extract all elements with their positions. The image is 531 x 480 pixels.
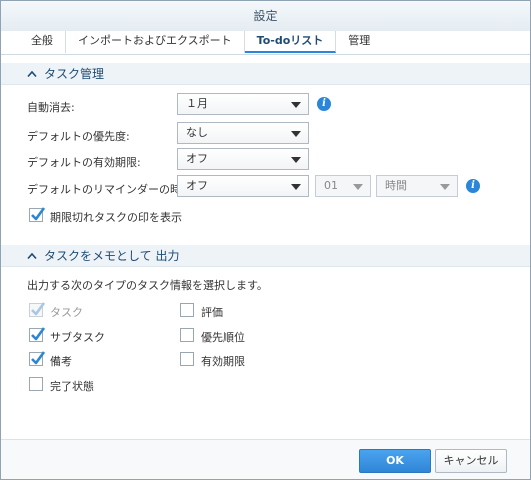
- settings-dialog: 設定 全般 インポートおよびエクスポート To-doリスト 管理 タスク管理 自…: [0, 0, 531, 480]
- default-priority-value: なし: [186, 126, 208, 139]
- tab-todo-list[interactable]: To-doリスト: [244, 31, 337, 53]
- default-reminder-select[interactable]: オフ: [177, 175, 309, 197]
- default-priority-select[interactable]: なし: [177, 122, 309, 144]
- export-task-label: タスク: [50, 306, 83, 319]
- chevron-up-icon: [27, 252, 37, 260]
- export-description: 出力する次のタイプのタスク情報を選択します。: [27, 279, 268, 292]
- default-reminder-value: オフ: [186, 179, 208, 192]
- default-due-select[interactable]: オフ: [177, 148, 309, 170]
- info-icon[interactable]: i: [466, 179, 480, 193]
- auto-delete-value: １月: [186, 97, 208, 110]
- reminder-unit-select[interactable]: 時間: [376, 175, 458, 197]
- export-priority-checkbox[interactable]: [180, 328, 194, 342]
- export-completed-label[interactable]: 完了状態: [50, 378, 94, 394]
- dropdown-arrow-icon: [291, 184, 301, 190]
- chevron-up-icon: [27, 70, 37, 78]
- default-due-value: オフ: [186, 152, 208, 165]
- export-subtask-checkbox[interactable]: [29, 327, 46, 342]
- dialog-title: 設定: [1, 1, 530, 31]
- export-task-checkbox[interactable]: [29, 302, 46, 317]
- export-subtask-label[interactable]: サブタスク: [50, 329, 105, 345]
- dropdown-arrow-icon: [353, 184, 363, 190]
- export-due-date-checkbox[interactable]: [180, 352, 194, 366]
- tab-management[interactable]: 管理: [336, 31, 382, 53]
- reminder-number-value: 01: [324, 179, 338, 192]
- ok-button[interactable]: OK: [359, 449, 431, 473]
- reminder-unit-value: 時間: [385, 179, 407, 192]
- tab-general[interactable]: 全般: [19, 31, 66, 53]
- checkmark-icon: [31, 327, 46, 341]
- tab-bar: 全般 インポートおよびエクスポート To-doリスト 管理: [1, 31, 530, 55]
- export-completed-checkbox[interactable]: [29, 377, 43, 391]
- section-task-management-title: タスク管理: [44, 67, 105, 81]
- export-due-date-label[interactable]: 有効期限: [201, 353, 245, 369]
- show-overdue-label[interactable]: 期限切れタスクの印を表示: [50, 209, 182, 225]
- dialog-footer: OK キャンセル: [1, 439, 530, 479]
- checkmark-icon: [31, 351, 46, 365]
- dropdown-arrow-icon: [291, 131, 301, 137]
- default-priority-label: デフォルトの優先度:: [27, 130, 130, 143]
- dropdown-arrow-icon: [291, 102, 301, 108]
- default-reminder-label: デフォルトのリマインダーの時間:: [27, 183, 196, 196]
- reminder-number-select[interactable]: 01: [315, 175, 371, 197]
- section-export-memo-header[interactable]: タスクをメモとして 出力: [1, 245, 530, 267]
- export-priority-label[interactable]: 優先順位: [201, 329, 245, 345]
- auto-delete-select[interactable]: １月: [177, 93, 309, 115]
- dropdown-arrow-icon: [291, 157, 301, 163]
- auto-delete-label: 自動消去:: [27, 101, 75, 114]
- show-overdue-checkbox[interactable]: [29, 207, 46, 222]
- export-notes-label[interactable]: 備考: [50, 353, 72, 369]
- section-task-management-header[interactable]: タスク管理: [1, 63, 530, 85]
- info-icon[interactable]: i: [317, 97, 331, 111]
- checkmark-icon: [31, 207, 46, 221]
- cancel-button[interactable]: キャンセル: [435, 449, 507, 473]
- export-notes-checkbox[interactable]: [29, 351, 46, 366]
- export-rating-checkbox[interactable]: [180, 303, 194, 317]
- default-due-label: デフォルトの有効期限:: [27, 156, 141, 169]
- dropdown-arrow-icon: [440, 184, 450, 190]
- section-export-memo-title: タスクをメモとして 出力: [44, 249, 180, 263]
- export-rating-label[interactable]: 評価: [201, 304, 223, 320]
- checkmark-icon: [31, 302, 46, 316]
- tab-import-export[interactable]: インポートおよびエクスポート: [66, 31, 245, 53]
